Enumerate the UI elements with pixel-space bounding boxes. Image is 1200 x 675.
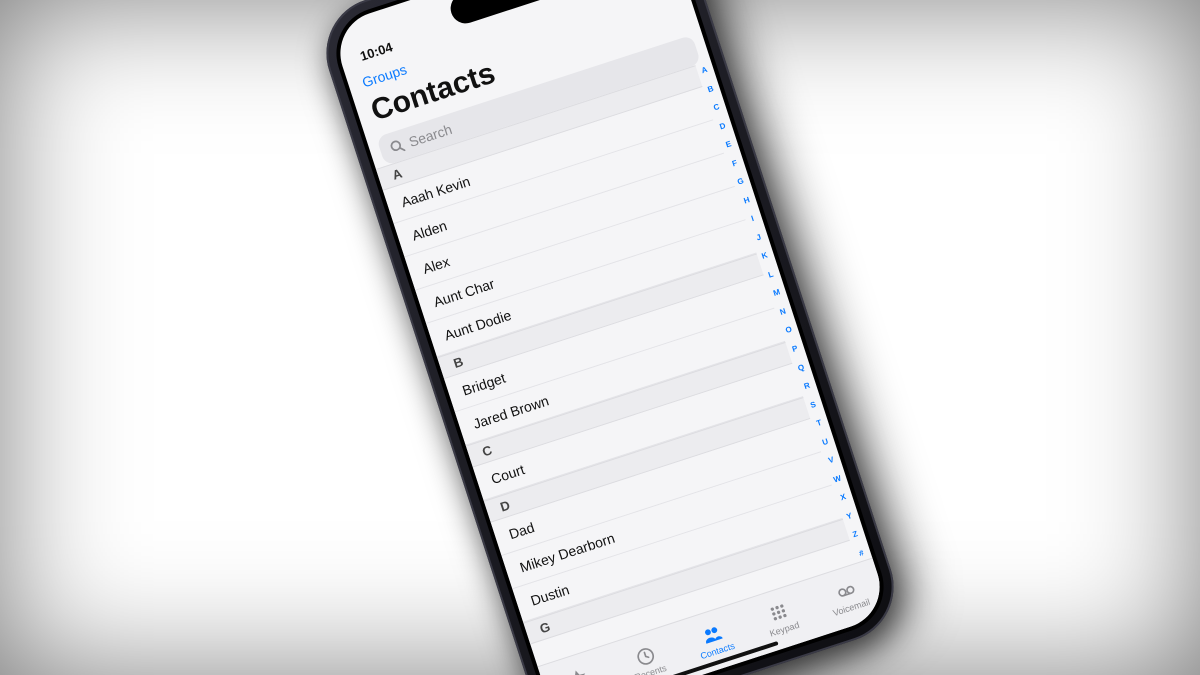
index-letter[interactable]: A xyxy=(701,66,709,75)
phone-screen: 10:04 Groups + Contacts Search AA xyxy=(330,0,891,675)
index-letter[interactable]: X xyxy=(840,493,848,502)
index-letter[interactable]: G xyxy=(737,177,745,187)
index-letter[interactable]: P xyxy=(791,345,799,354)
index-letter[interactable]: R xyxy=(803,382,811,391)
index-letter[interactable]: # xyxy=(858,549,865,558)
index-letter[interactable]: V xyxy=(828,456,836,465)
index-letter[interactable]: D xyxy=(719,122,727,131)
index-letter[interactable]: I xyxy=(751,215,756,223)
index-letter[interactable]: U xyxy=(821,437,829,446)
search-icon xyxy=(388,138,406,156)
index-letter[interactable]: S xyxy=(809,400,817,409)
index-letter[interactable]: Q xyxy=(797,363,805,373)
index-letter[interactable]: K xyxy=(761,252,769,261)
index-letter[interactable]: F xyxy=(731,159,738,168)
index-letter[interactable]: Z xyxy=(852,530,859,539)
index-letter[interactable]: E xyxy=(725,140,733,149)
index-letter[interactable]: B xyxy=(707,84,715,93)
index-letter[interactable]: C xyxy=(713,103,721,112)
index-letter[interactable]: Y xyxy=(846,512,854,521)
index-letter[interactable]: W xyxy=(832,474,842,484)
wood-desk-background: 10:04 Groups + Contacts Search AA xyxy=(0,0,1200,675)
index-letter[interactable]: J xyxy=(756,233,763,242)
contacts-list[interactable]: AAaah KevinAldenAlexAunt CharAunt DodieB… xyxy=(376,65,857,667)
index-letter[interactable]: O xyxy=(785,326,793,336)
index-letter[interactable]: H xyxy=(743,196,751,205)
index-letter[interactable]: L xyxy=(767,270,774,279)
index-letter[interactable]: M xyxy=(773,289,782,299)
index-letter[interactable]: N xyxy=(779,307,787,316)
index-letter[interactable]: T xyxy=(816,419,823,428)
star-icon xyxy=(565,665,592,675)
phone-device: 10:04 Groups + Contacts Search AA xyxy=(312,0,908,675)
